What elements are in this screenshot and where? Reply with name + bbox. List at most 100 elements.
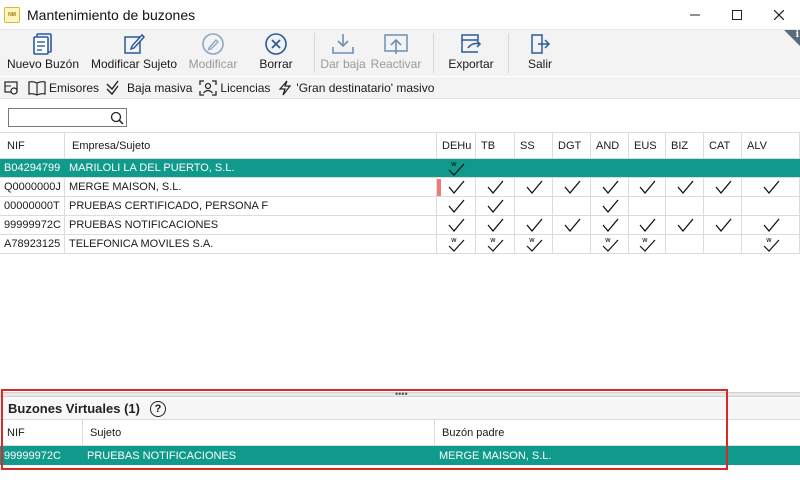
service-cell[interactable]	[476, 216, 515, 234]
service-cell[interactable]	[591, 178, 629, 196]
search-icon[interactable]	[110, 111, 124, 125]
service-cell[interactable]	[666, 178, 704, 196]
column-header[interactable]: TB	[476, 133, 515, 158]
column-header[interactable]: Empresa/Sujeto	[65, 133, 437, 158]
service-cell[interactable]	[629, 178, 666, 196]
service-cell[interactable]	[553, 178, 591, 196]
service-cell[interactable]	[591, 159, 629, 177]
column-header[interactable]: DEHu	[437, 133, 476, 158]
service-cell[interactable]: w	[437, 159, 476, 177]
service-cell[interactable]	[515, 159, 553, 177]
service-cell[interactable]: w	[437, 235, 476, 253]
table-row[interactable]: A78923125 TELEFONICA MOVILES S.A. w w w w w w	[0, 235, 800, 254]
service-cell[interactable]	[553, 235, 591, 253]
virtual-column-header[interactable]: Sujeto	[83, 420, 435, 445]
service-cell[interactable]	[666, 216, 704, 234]
service-cell[interactable]	[591, 197, 629, 215]
service-cell[interactable]	[437, 178, 476, 196]
service-cell[interactable]: w	[591, 235, 629, 253]
service-cell[interactable]	[742, 178, 800, 196]
service-cell[interactable]	[704, 178, 742, 196]
column-header[interactable]: NIF	[0, 133, 65, 158]
mass-deactivation-label: Baja masiva	[127, 80, 193, 95]
column-header[interactable]: BIZ	[666, 133, 704, 158]
window-title: Mantenimiento de buzones	[27, 6, 196, 23]
nif-cell: 99999972C	[0, 216, 65, 234]
service-cell[interactable]	[666, 197, 704, 215]
check-icon	[602, 218, 618, 233]
bulk-large-recipient-button[interactable]: 'Gran destinatario' masivo	[274, 77, 438, 99]
column-header[interactable]: SS	[515, 133, 553, 158]
service-cell[interactable]	[742, 216, 800, 234]
service-cell[interactable]	[553, 159, 591, 177]
delete-icon	[265, 33, 287, 55]
service-cell[interactable]	[437, 216, 476, 234]
exit-button[interactable]: Salir	[515, 30, 565, 76]
column-header[interactable]: EUS	[629, 133, 666, 158]
service-cell[interactable]	[704, 159, 742, 177]
panel-splitter[interactable]: ••••	[0, 389, 800, 399]
virtual-column-header[interactable]: Buzón padre	[435, 420, 727, 445]
mass-deactivation-button[interactable]: Baja masiva	[103, 77, 196, 99]
service-cell[interactable]	[742, 197, 800, 215]
close-button[interactable]	[758, 0, 800, 30]
service-cell[interactable]	[476, 197, 515, 215]
check-icon	[763, 218, 779, 233]
service-cell[interactable]	[553, 216, 591, 234]
service-cell[interactable]	[476, 159, 515, 177]
table-row[interactable]: B04294799 MARILOLI LA DEL PUERTO, S.L. w	[0, 159, 800, 178]
svg-text:w: w	[766, 236, 772, 244]
service-cell[interactable]	[742, 159, 800, 177]
check-icon	[564, 218, 580, 233]
virtual-table-row[interactable]: 99999972C PRUEBAS NOTIFICACIONES MERGE MAI…	[0, 446, 800, 465]
service-cell[interactable]: w	[629, 235, 666, 253]
service-cell[interactable]	[629, 159, 666, 177]
settings-key-button[interactable]	[0, 77, 25, 99]
search-input[interactable]	[9, 109, 109, 126]
service-cell[interactable]	[476, 178, 515, 196]
service-cell[interactable]	[666, 159, 704, 177]
delete-button[interactable]: Borrar	[244, 30, 308, 76]
service-cell[interactable]: w	[742, 235, 800, 253]
licenses-button[interactable]: Licencias	[196, 77, 274, 99]
export-button[interactable]: Exportar	[440, 30, 502, 76]
service-cell[interactable]	[515, 197, 553, 215]
help-icon[interactable]: ?	[149, 400, 166, 417]
nif-text: 99999972C	[4, 219, 61, 231]
service-cell[interactable]	[437, 197, 476, 215]
table-row[interactable]: Q0000000J MERGE MAISON, S.L.	[0, 178, 800, 197]
emitters-button[interactable]: Emisores	[25, 77, 103, 99]
service-cell[interactable]	[591, 216, 629, 234]
new-mailbox-button[interactable]: Nuevo Buzón	[0, 30, 86, 76]
upload-tray-icon	[384, 34, 408, 54]
table-row[interactable]: 99999972C PRUEBAS NOTIFICACIONES	[0, 216, 800, 235]
service-cell[interactable]	[704, 197, 742, 215]
service-cell[interactable]	[629, 216, 666, 234]
main-toolbar: Nuevo Buzón Modificar Sujeto Modificar B…	[0, 30, 800, 76]
info-corner[interactable]: i	[784, 30, 800, 46]
service-cell[interactable]: w	[515, 235, 553, 253]
virtual-column-header[interactable]: NIF	[0, 420, 83, 445]
service-cell[interactable]	[515, 216, 553, 234]
column-header[interactable]: ALV	[742, 133, 800, 158]
service-cell[interactable]: w	[476, 235, 515, 253]
service-cell[interactable]	[553, 197, 591, 215]
modify-button[interactable]: Modificar	[182, 30, 244, 76]
deactivate-button[interactable]: Dar baja	[320, 30, 366, 76]
reactivate-button[interactable]: Reactivar	[365, 30, 427, 76]
minimize-button[interactable]	[674, 0, 716, 30]
service-cell[interactable]	[666, 235, 704, 253]
column-header[interactable]: DGT	[553, 133, 591, 158]
service-cell[interactable]	[704, 235, 742, 253]
column-header[interactable]: CAT	[704, 133, 742, 158]
service-cell[interactable]	[515, 178, 553, 196]
check-icon	[487, 180, 504, 195]
service-cell[interactable]	[704, 216, 742, 234]
maximize-button[interactable]	[716, 0, 758, 30]
edit-subject-button[interactable]: Modificar Sujeto	[86, 30, 182, 76]
secondary-toolbar: Emisores Baja masiva Licencias 'Gran des…	[0, 77, 800, 99]
subject-text: PRUEBAS NOTIFICACIONES	[69, 219, 219, 231]
table-row[interactable]: 00000000T PRUEBAS CERTIFICADO, PERSONA F	[0, 197, 800, 216]
column-header[interactable]: AND	[591, 133, 629, 158]
service-cell[interactable]	[629, 197, 666, 215]
